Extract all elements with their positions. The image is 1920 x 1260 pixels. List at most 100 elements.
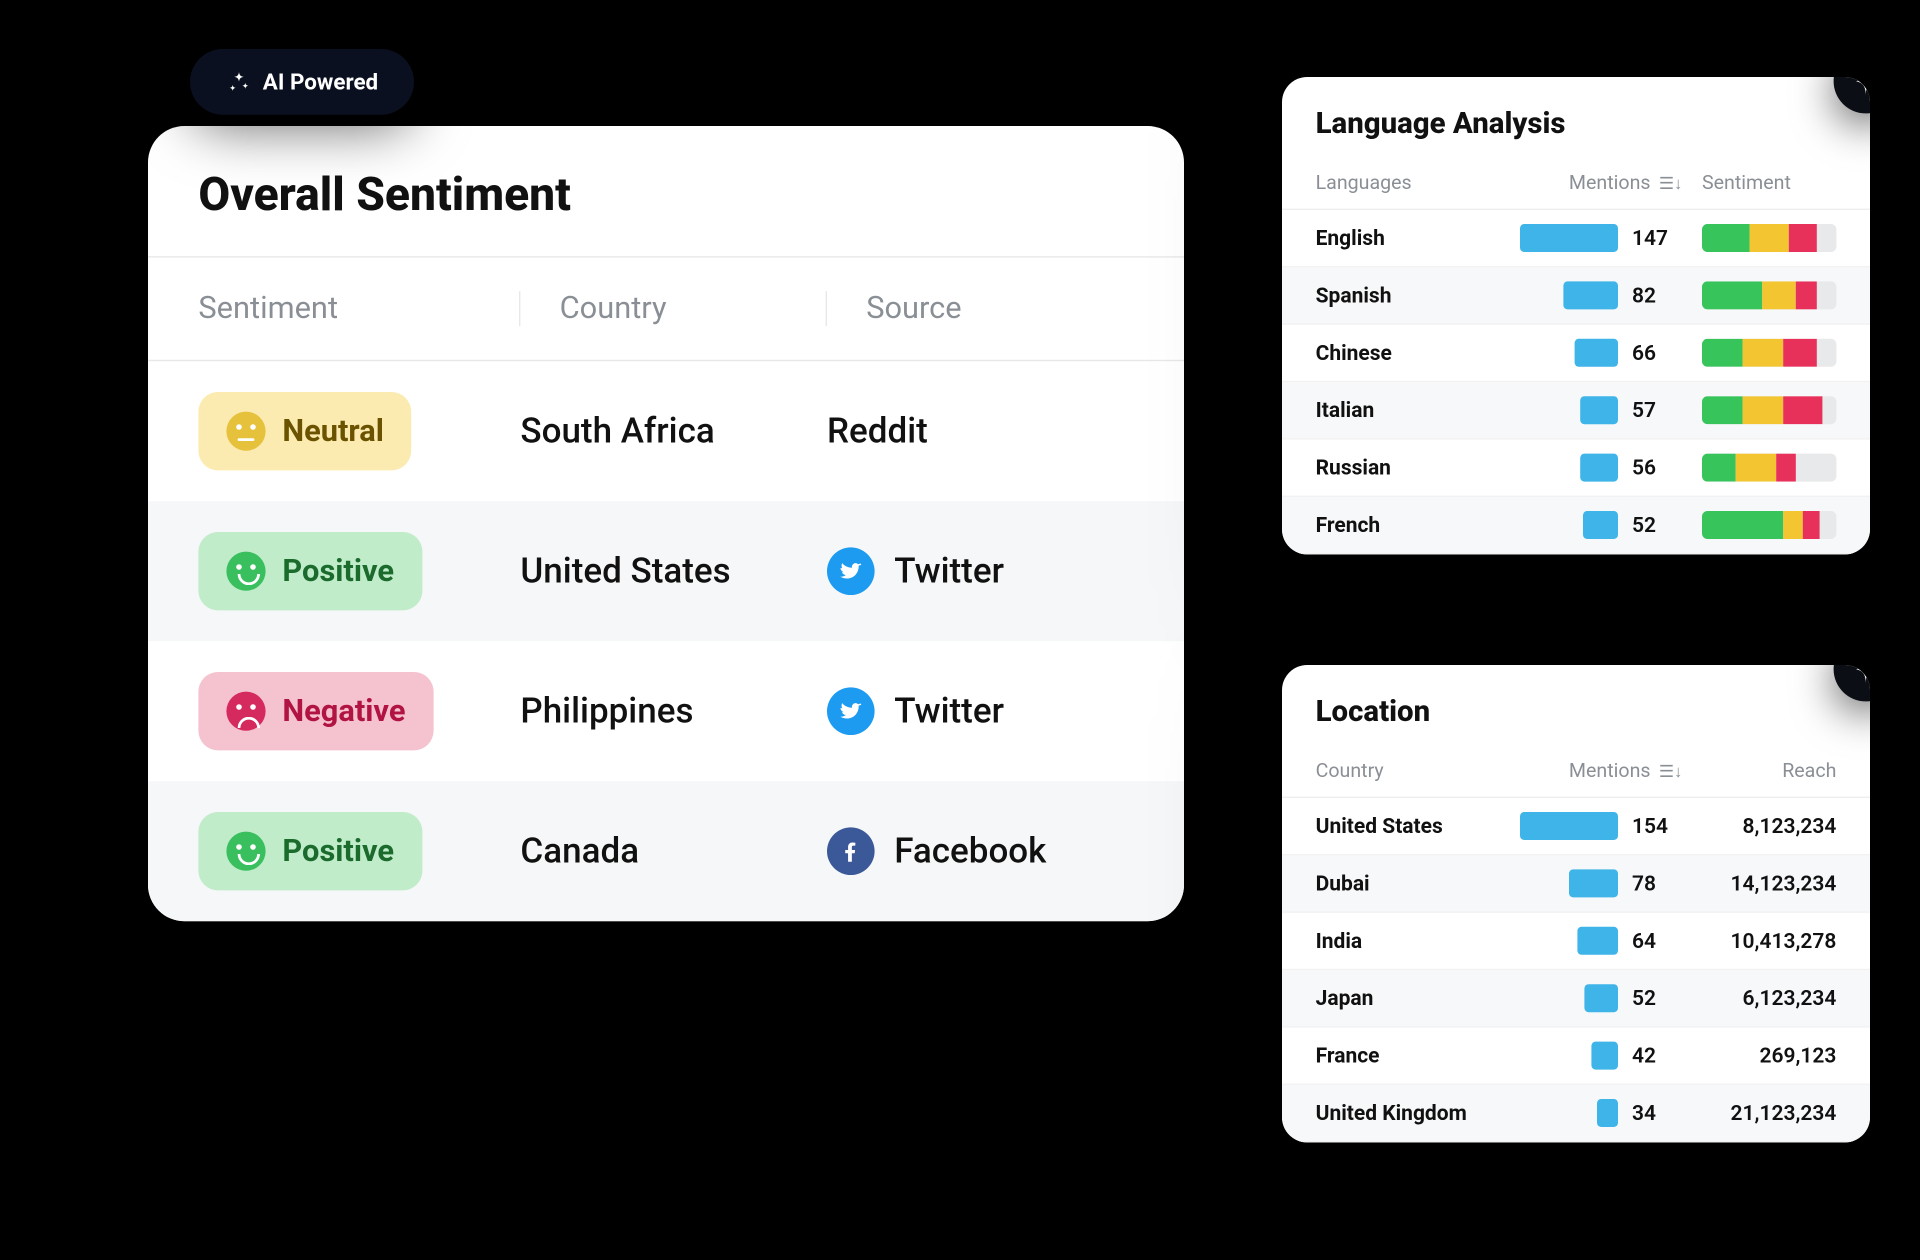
country-name: Dubai [1316, 871, 1498, 896]
country-cell: Canada [520, 831, 827, 872]
reach-value: 8,123,234 [1682, 813, 1836, 838]
mentions-value: 52 [1632, 512, 1682, 537]
sentiment-bar-cell [1682, 511, 1836, 539]
language-name: English [1316, 225, 1484, 250]
table-row[interactable]: United Kingdom 34 21,123,234 [1282, 1085, 1870, 1142]
sentiment-neutral-segment [1762, 281, 1796, 309]
overall-table-header: Sentiment Country Source [148, 258, 1184, 362]
header-languages[interactable]: Languages [1316, 172, 1484, 194]
ai-powered-badge: AI Powered [190, 49, 415, 115]
sentiment-negative-segment [1796, 281, 1816, 309]
header-reach[interactable]: Reach [1682, 760, 1836, 782]
sentiment-label: Positive [282, 834, 394, 869]
mentions-value: 64 [1632, 928, 1682, 953]
sentiment-pill-positive: Positive [198, 812, 422, 890]
twitter-icon [827, 547, 875, 595]
mentions-cell: 66 [1484, 339, 1683, 367]
mentions-bar [1569, 869, 1618, 897]
source-label: Twitter [894, 691, 1004, 732]
table-row[interactable]: Positive United States Twitter [148, 501, 1184, 641]
sentiment-label: Positive [282, 554, 394, 589]
reach-value: 6,123,234 [1682, 986, 1836, 1011]
sentiment-bar-cell [1682, 454, 1836, 482]
mentions-cell: 56 [1484, 454, 1683, 482]
sentiment-neutral-segment [1742, 396, 1782, 424]
sentiment-negative-segment [1789, 224, 1816, 252]
country-cell: South Africa [520, 411, 827, 452]
mentions-bar [1575, 339, 1618, 367]
mentions-cell: 154 [1498, 812, 1683, 840]
mentions-value: 56 [1632, 455, 1682, 480]
sentiment-label: Negative [282, 694, 405, 729]
sentiment-label: Neutral [282, 414, 383, 449]
sentiment-negative-segment [1783, 339, 1817, 367]
table-row[interactable]: Negative Philippines Twitter [148, 641, 1184, 781]
table-row[interactable]: Japan 52 6,123,234 [1282, 970, 1870, 1027]
language-table-header: Languages Mentions ☰↓ Sentiment [1282, 158, 1870, 210]
source-cell: Facebook [827, 827, 1134, 875]
table-row[interactable]: Positive Canada Facebook [148, 781, 1184, 921]
header-country[interactable]: Country [519, 291, 827, 326]
sentiment-pill-negative: Negative [198, 672, 433, 750]
mentions-bar [1584, 984, 1618, 1012]
mentions-cell: 78 [1498, 869, 1683, 897]
mentions-value: 82 [1632, 283, 1682, 308]
face-negative-icon [226, 692, 265, 731]
sentiment-pill-neutral: Neutral [198, 392, 411, 470]
language-name: Chinese [1316, 340, 1484, 365]
header-sentiment[interactable]: Sentiment [198, 291, 520, 326]
table-row[interactable]: United States 154 8,123,234 [1282, 798, 1870, 855]
table-row[interactable]: English 147 [1282, 210, 1870, 267]
mentions-value: 78 [1632, 871, 1682, 896]
sentiment-neutral-segment [1736, 454, 1776, 482]
mentions-value: 52 [1632, 986, 1682, 1011]
twitter-icon [827, 687, 875, 735]
header-sentiment-col[interactable]: Sentiment [1682, 172, 1836, 194]
sentiment-positive-segment [1702, 396, 1742, 424]
sentiment-positive-segment [1702, 224, 1749, 252]
mentions-cell: 64 [1498, 927, 1683, 955]
brand-icon [1849, 77, 1870, 98]
table-row[interactable]: Chinese 66 [1282, 325, 1870, 382]
mentions-bar [1563, 281, 1618, 309]
source-label: Twitter [894, 551, 1004, 592]
brand-icon [1849, 665, 1870, 686]
sentiment-positive-segment [1702, 454, 1736, 482]
table-row[interactable]: Dubai 78 14,123,234 [1282, 855, 1870, 912]
header-mentions: Mentions [1569, 760, 1651, 782]
header-country-col[interactable]: Country [1316, 760, 1498, 782]
table-row[interactable]: Spanish 82 [1282, 267, 1870, 324]
header-source[interactable]: Source [826, 291, 1134, 326]
country-cell: Philippines [520, 691, 827, 732]
overall-sentiment-card: Overall Sentiment Sentiment Country Sour… [148, 126, 1184, 921]
table-row[interactable]: France 42 269,123 [1282, 1028, 1870, 1085]
reach-value: 21,123,234 [1682, 1100, 1836, 1125]
source-cell: Twitter [827, 547, 1134, 595]
mentions-bar [1580, 454, 1618, 482]
mentions-value: 42 [1632, 1043, 1682, 1068]
reach-value: 269,123 [1682, 1043, 1836, 1068]
source-cell: Reddit [827, 411, 1134, 452]
country-name: United Kingdom [1316, 1100, 1498, 1125]
country-name: India [1316, 928, 1498, 953]
header-mentions-sort[interactable]: Mentions ☰↓ [1484, 172, 1683, 194]
table-row[interactable]: Neutral South Africa Reddit [148, 361, 1184, 501]
face-positive-icon [226, 552, 265, 591]
language-analysis-card: Language Analysis Languages Mentions ☰↓ … [1282, 77, 1870, 554]
sentiment-pill-positive: Positive [198, 532, 422, 610]
table-row[interactable]: Italian 57 [1282, 382, 1870, 439]
country-cell: United States [520, 551, 827, 592]
sentiment-neutral-segment [1742, 339, 1782, 367]
sort-desc-icon: ☰↓ [1659, 762, 1682, 782]
mentions-value: 147 [1632, 225, 1682, 250]
mentions-bar [1597, 1099, 1618, 1127]
header-mentions-sort[interactable]: Mentions ☰↓ [1498, 760, 1683, 782]
table-row[interactable]: Russian 56 [1282, 440, 1870, 497]
face-neutral-icon [226, 412, 265, 451]
mentions-bar [1520, 224, 1618, 252]
table-row[interactable]: French 52 [1282, 497, 1870, 554]
language-name: French [1316, 512, 1484, 537]
table-row[interactable]: India 64 10,413,278 [1282, 913, 1870, 970]
language-name: Italian [1316, 398, 1484, 423]
sentiment-stacked-bar [1702, 511, 1836, 539]
